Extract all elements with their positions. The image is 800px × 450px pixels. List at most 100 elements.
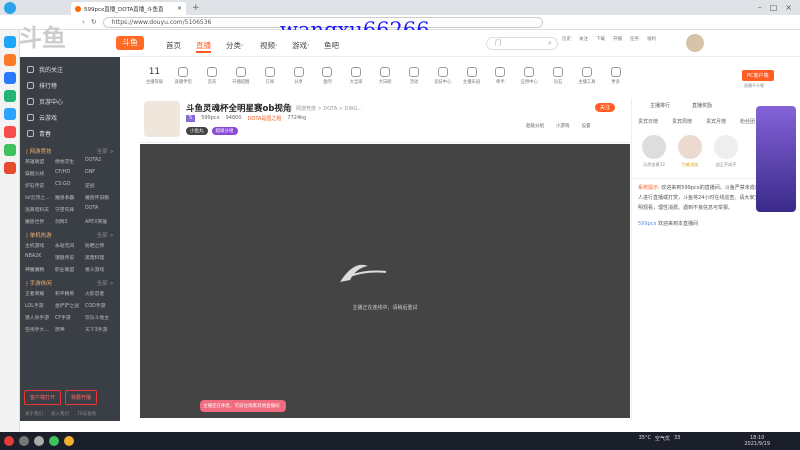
tool-item[interactable]: 主播乐园: [457, 58, 486, 94]
tool-item[interactable]: 更多: [601, 58, 630, 94]
category-link[interactable]: CS:GO: [55, 182, 85, 189]
category-link[interactable]: 永劫无间: [55, 242, 85, 249]
tool-item[interactable]: 订阅: [255, 58, 284, 94]
category-link[interactable]: 欢乐斗地主: [85, 314, 115, 321]
tool-item[interactable]: 钻石: [544, 58, 573, 94]
room-tag[interactable]: DOTA是国之粗: [248, 115, 282, 122]
category-link[interactable]: 饿狼传说: [55, 254, 85, 261]
category-link[interactable]: CF/HD: [55, 170, 85, 177]
header-welfare[interactable]: 福利: [647, 36, 656, 42]
fan-name[interactable]: 为难浅笑: [682, 162, 699, 167]
tool-item[interactable]: 竞技中心: [428, 58, 457, 94]
tool-item[interactable]: 鱼吧: [313, 58, 342, 94]
header-task[interactable]: 任务: [630, 36, 639, 42]
settings-button[interactable]: 设置: [582, 123, 591, 129]
header-history[interactable]: 历史: [562, 36, 571, 42]
category-link[interactable]: 职业联盟: [55, 266, 85, 273]
tab-fans[interactable]: 粉丝团: [740, 118, 755, 125]
refresh-icon[interactable]: ↻: [91, 18, 97, 26]
nav-live[interactable]: 直播: [196, 40, 211, 53]
search-icon[interactable]: ⌕: [548, 39, 552, 48]
category-link[interactable]: lol云顶之...: [25, 194, 55, 201]
footer-link[interactable]: 加入我们: [51, 411, 69, 417]
minimize-icon[interactable]: –: [758, 3, 762, 12]
tool-item[interactable]: 应用中心: [515, 58, 544, 94]
category-link[interactable]: 逃离塔科夫: [25, 206, 55, 213]
sidebar-item-fav[interactable]: 青春: [20, 125, 120, 141]
avatar[interactable]: [714, 135, 738, 159]
category-link[interactable]: 格斗游戏: [85, 266, 115, 273]
nav-home[interactable]: 首页: [166, 40, 181, 51]
fan-name[interactable]: 天然金黄12: [643, 162, 665, 167]
category-link[interactable]: DOTA2: [85, 158, 115, 165]
category-link[interactable]: 炉石传说: [25, 182, 55, 189]
browser-tab[interactable]: 599pcx直播_DOTA直播_斗鱼直 ×: [71, 2, 186, 15]
category-link[interactable]: 主机游戏: [25, 242, 55, 249]
category-link[interactable]: 狼人杀手游: [25, 314, 55, 321]
tab-daily[interactable]: 贵宾日榜: [638, 118, 658, 125]
category-link[interactable]: NBA2K: [25, 254, 55, 261]
footer-link[interactable]: 关于我们: [25, 411, 43, 417]
avatar[interactable]: [678, 135, 702, 159]
category-link[interactable]: 王者荣耀: [25, 290, 55, 297]
category-link[interactable]: 守望先锋: [55, 206, 85, 213]
room-category[interactable]: 网游竞技 > DOTA > DWG...: [296, 105, 362, 112]
taskbar-app-icon[interactable]: [19, 436, 29, 446]
site-logo[interactable]: 斗鱼: [116, 36, 144, 50]
category-link[interactable]: 和平精英: [55, 290, 85, 297]
dock-app-icon[interactable]: [3, 90, 16, 102]
follow-button[interactable]: 关注: [595, 103, 616, 112]
section-more-link[interactable]: 全部 >: [97, 231, 114, 239]
promo-badge[interactable]: 超级分组: [211, 127, 238, 135]
tab-monthly[interactable]: 贵宾月榜: [706, 118, 726, 125]
anchor-name[interactable]: 599pcx: [201, 115, 219, 122]
taskbar-app-icon[interactable]: [34, 436, 44, 446]
mini-game-button[interactable]: 小游戏: [556, 123, 570, 129]
sidebar-item-follow[interactable]: 我的关注: [20, 61, 120, 77]
footer-link[interactable]: TS号查询: [77, 411, 96, 417]
category-link[interactable]: 英雄联盟: [25, 158, 55, 165]
category-link[interactable]: 绝地求生: [55, 158, 85, 165]
category-link[interactable]: 穿越火线: [25, 170, 55, 177]
rank-title[interactable]: 主播排行: [650, 102, 670, 109]
dock-app-icon[interactable]: [3, 72, 16, 84]
tool-item[interactable]: 开播提醒: [226, 58, 255, 94]
chat-user[interactable]: 599pcx: [638, 221, 656, 227]
category-link[interactable]: APEX英雄: [85, 218, 115, 225]
close-icon[interactable]: ×: [177, 5, 182, 12]
category-link[interactable]: 逆战: [85, 182, 115, 189]
category-link[interactable]: 原神: [55, 326, 85, 333]
new-tab-button[interactable]: +: [192, 3, 200, 13]
video-player[interactable]: 主播正在连线中，请稍后重试 主播还在休息，可前往观看其他直播间: [140, 144, 630, 418]
pc-client-button[interactable]: PC客户端: [742, 70, 774, 81]
dock-app-icon[interactable]: [3, 144, 16, 156]
vote-badge[interactable]: 小鱼丸: [186, 127, 208, 135]
avatar[interactable]: [686, 34, 704, 52]
category-link[interactable]: 魔兽世界: [25, 218, 55, 225]
category-link[interactable]: COD手游: [85, 302, 115, 309]
taskbar-app-icon[interactable]: [4, 436, 14, 446]
nav-game[interactable]: 游戏·: [292, 40, 309, 51]
dock-app-icon[interactable]: [3, 126, 16, 138]
dock-app-icon[interactable]: [3, 54, 16, 66]
sidebar-item-webgame[interactable]: 页游中心: [20, 93, 120, 109]
tool-item[interactable]: 分享: [284, 58, 313, 94]
close-window-icon[interactable]: ×: [785, 3, 792, 12]
section-more-link[interactable]: 全部 >: [97, 147, 114, 155]
category-link[interactable]: 防晒之师: [85, 242, 115, 249]
dock-app-icon[interactable]: [3, 36, 16, 48]
super-group-button[interactable]: 超级分组: [526, 123, 544, 129]
category-link[interactable]: 神魔魔精: [25, 266, 55, 273]
category-link[interactable]: CF手游: [55, 314, 85, 321]
avatar[interactable]: [642, 135, 666, 159]
header-follow[interactable]: 关注: [579, 36, 588, 42]
sidebar-item-rank[interactable]: 排行榜: [20, 77, 120, 93]
toast-message[interactable]: 主播还在休息，可前往观看其他直播间: [200, 400, 286, 412]
back-icon[interactable]: ‹: [82, 18, 85, 26]
category-link[interactable]: 火影忍者: [85, 290, 115, 297]
tool-item[interactable]: 直播伴侣: [169, 58, 198, 94]
fan-name[interactable]: 战王不成不: [716, 162, 737, 167]
tool-item[interactable]: 活动: [399, 58, 428, 94]
sidebar-item-cloudgame[interactable]: 云游戏: [20, 109, 120, 125]
report-link[interactable]: 举报: [282, 105, 292, 112]
